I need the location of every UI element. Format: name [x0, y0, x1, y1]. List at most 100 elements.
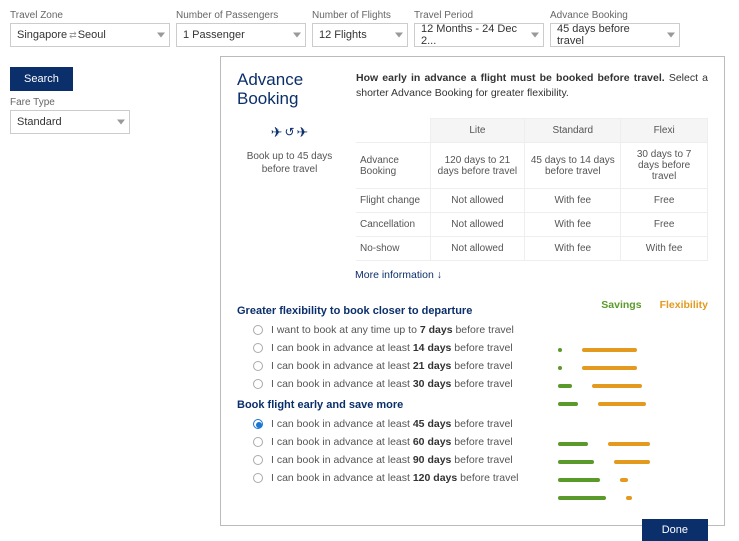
chevron-down-icon	[667, 33, 675, 38]
flexibility-bar	[614, 460, 650, 464]
option-bars	[558, 489, 708, 507]
option-bars	[558, 359, 708, 377]
bars-legend: Savings Flexibility	[558, 299, 708, 311]
more-information-link[interactable]: More information ↓	[355, 269, 442, 281]
radio-icon	[253, 473, 263, 483]
table-row: Advance Booking120 days to 21 days befor…	[356, 143, 708, 189]
table-cell: 30 days to 7 days before travel	[621, 143, 708, 189]
table-cell: With fee	[621, 237, 708, 261]
panel-subtitle: How early in advance a flight must be bo…	[356, 71, 708, 100]
passengers-dropdown[interactable]: 1 Passenger	[176, 23, 306, 47]
flights-dropdown[interactable]: 12 Flights	[312, 23, 408, 47]
savings-bar	[558, 366, 562, 370]
passengers-label: Number of Passengers	[176, 10, 306, 21]
option-text: I can book in advance at least 21 days b…	[271, 360, 513, 372]
option-text: I can book in advance at least 90 days b…	[271, 454, 513, 466]
zone-dropdown[interactable]: Singapore ⇄ Seoul	[10, 23, 170, 47]
savings-bar	[558, 460, 594, 464]
table-cell: Not allowed	[430, 237, 525, 261]
option-bars	[558, 395, 708, 413]
filter-zone-label: Travel Zone	[10, 10, 170, 21]
table-row: Flight changeNot allowedWith feeFree	[356, 189, 708, 213]
option-bars	[558, 453, 708, 471]
option-text: I can book in advance at least 60 days b…	[271, 436, 513, 448]
table-cell: 45 days to 14 days before travel	[525, 143, 621, 189]
plane-icon: ✈	[297, 124, 309, 141]
filter-zone: Travel Zone Singapore ⇄ Seoul	[10, 10, 170, 47]
flexibility-bar	[582, 348, 637, 352]
advance-dropdown[interactable]: 45 days before travel	[550, 23, 680, 47]
swap-icon: ⇄	[69, 30, 76, 41]
table-cell: With fee	[525, 213, 621, 237]
savings-bar	[558, 496, 606, 500]
done-button[interactable]: Done	[642, 519, 708, 541]
filter-period: Travel Period 12 Months - 24 Dec 2...	[414, 10, 544, 47]
radio-icon	[253, 361, 263, 371]
booking-option[interactable]: I can book in advance at least 14 days b…	[237, 339, 548, 357]
zone-from: Singapore	[17, 29, 67, 41]
booking-option[interactable]: I can book in advance at least 45 days b…	[237, 415, 548, 433]
table-col-header: Standard	[525, 119, 621, 143]
savings-bar	[558, 478, 600, 482]
chevron-down-icon	[157, 33, 165, 38]
flexibility-bar	[598, 402, 646, 406]
table-cell: With fee	[525, 237, 621, 261]
period-dropdown[interactable]: 12 Months - 24 Dec 2...	[414, 23, 544, 47]
savings-label: Savings	[601, 299, 641, 311]
flexibility-label: Flexibility	[660, 299, 708, 311]
option-text: I can book in advance at least 120 days …	[271, 472, 519, 484]
table-row-header: Advance Booking	[356, 143, 430, 189]
options-list: Greater flexibility to book closer to de…	[237, 299, 548, 507]
flights-label: Number of Flights	[312, 10, 408, 21]
flexibility-bar	[582, 366, 637, 370]
table-cell: Free	[621, 189, 708, 213]
booking-option[interactable]: I can book in advance at least 90 days b…	[237, 451, 548, 469]
panel-title: Advance Booking	[237, 71, 342, 108]
passengers-value: 1 Passenger	[183, 29, 245, 41]
flexibility-bar	[626, 496, 632, 500]
flights-value: 12 Flights	[319, 29, 367, 41]
option-bars	[558, 377, 708, 395]
table-row-header: No-show	[356, 237, 430, 261]
booking-option[interactable]: I can book in advance at least 60 days b…	[237, 433, 548, 451]
savings-bar	[558, 442, 588, 446]
arrow-icon: ↺	[284, 125, 294, 139]
radio-icon	[253, 343, 263, 353]
table-cell: Not allowed	[430, 189, 525, 213]
panel-subtitle-bold: How early in advance a flight must be bo…	[356, 72, 665, 84]
options-bars: Savings Flexibility	[558, 299, 708, 507]
table-col-header: Flexi	[621, 119, 708, 143]
table-cell: Not allowed	[430, 213, 525, 237]
radio-icon	[253, 419, 263, 429]
advance-value: 45 days before travel	[557, 23, 657, 47]
search-button[interactable]: Search	[10, 67, 73, 91]
table-cell: Free	[621, 213, 708, 237]
savings-bar	[558, 384, 572, 388]
zone-to: Seoul	[78, 29, 106, 41]
group-flex-title: Greater flexibility to book closer to de…	[237, 305, 548, 317]
option-bars	[558, 341, 708, 359]
booking-option[interactable]: I want to book at any time up to 7 days …	[237, 321, 548, 339]
booking-option[interactable]: I can book in advance at least 21 days b…	[237, 357, 548, 375]
savings-bar	[558, 402, 578, 406]
table-row-header: Cancellation	[356, 213, 430, 237]
option-bars	[558, 471, 708, 489]
period-value: 12 Months - 24 Dec 2...	[421, 23, 521, 47]
fare-dropdown[interactable]: Standard	[10, 110, 130, 134]
option-text: I can book in advance at least 30 days b…	[271, 378, 513, 390]
chevron-down-icon	[293, 33, 301, 38]
flexibility-bar	[592, 384, 642, 388]
illustration: ✈ ↺ ✈ Book up to 45 days before travel	[237, 118, 342, 261]
option-text: I want to book at any time up to 7 days …	[271, 324, 514, 336]
booking-option[interactable]: I can book in advance at least 30 days b…	[237, 375, 548, 393]
fare-value: Standard	[17, 116, 62, 128]
filter-passengers: Number of Passengers 1 Passenger	[176, 10, 306, 47]
chevron-down-icon	[531, 33, 539, 38]
chevron-down-icon	[395, 33, 403, 38]
period-label: Travel Period	[414, 10, 544, 21]
option-text: I can book in advance at least 45 days b…	[271, 418, 513, 430]
booking-option[interactable]: I can book in advance at least 120 days …	[237, 469, 548, 487]
table-cell: With fee	[525, 189, 621, 213]
illustration-text: Book up to 45 days before travel	[237, 150, 342, 176]
radio-icon	[253, 325, 263, 335]
